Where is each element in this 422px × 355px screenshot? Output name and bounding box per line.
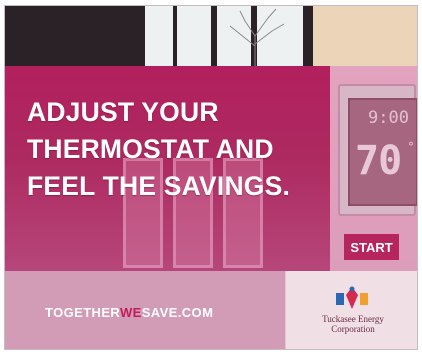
bare-tree-graphic xyxy=(229,8,285,66)
company-name-line-2: Corporation xyxy=(331,324,375,334)
company-name-line-1: Tuckasee Energy xyxy=(322,314,384,324)
company-logo: Tuckasee Energy Corporation xyxy=(285,271,417,349)
url-part-together: TOGETHER xyxy=(45,305,120,320)
thermostat-device: 9:00 70 ° xyxy=(338,84,417,216)
company-name: Tuckasee Energy Corporation xyxy=(296,314,410,334)
url-part-we: WE xyxy=(119,305,142,320)
headline-panel: ADJUST YOUR THERMOSTAT AND FEEL THE SAVI… xyxy=(5,66,330,271)
thermostat-display: 9:00 70 ° xyxy=(348,98,417,206)
headline-line-1: ADJUST YOUR xyxy=(27,97,219,127)
headline-line-3: FEEL THE SAVINGS. xyxy=(27,171,291,201)
thermostat-temperature: 70 xyxy=(355,138,402,184)
window-photo xyxy=(5,6,417,66)
start-button[interactable]: START xyxy=(344,234,399,260)
website-link[interactable]: TOGETHERWESAVE.COM xyxy=(45,305,213,320)
thermostat-time: 9:00 xyxy=(368,108,409,128)
degree-symbol: ° xyxy=(408,140,414,154)
logo-mark-icon xyxy=(336,286,368,309)
url-area: TOGETHERWESAVE.COM xyxy=(5,271,285,349)
banner-ad[interactable]: ADJUST YOUR THERMOSTAT AND FEEL THE SAVI… xyxy=(4,5,418,350)
url-part-save: SAVE.COM xyxy=(141,305,214,320)
headline-line-2: THERMOSTAT AND xyxy=(27,134,274,164)
headline: ADJUST YOUR THERMOSTAT AND FEEL THE SAVI… xyxy=(27,94,327,205)
footer-bar: TOGETHERWESAVE.COM Tuckasee Energy Corpo… xyxy=(5,271,417,349)
